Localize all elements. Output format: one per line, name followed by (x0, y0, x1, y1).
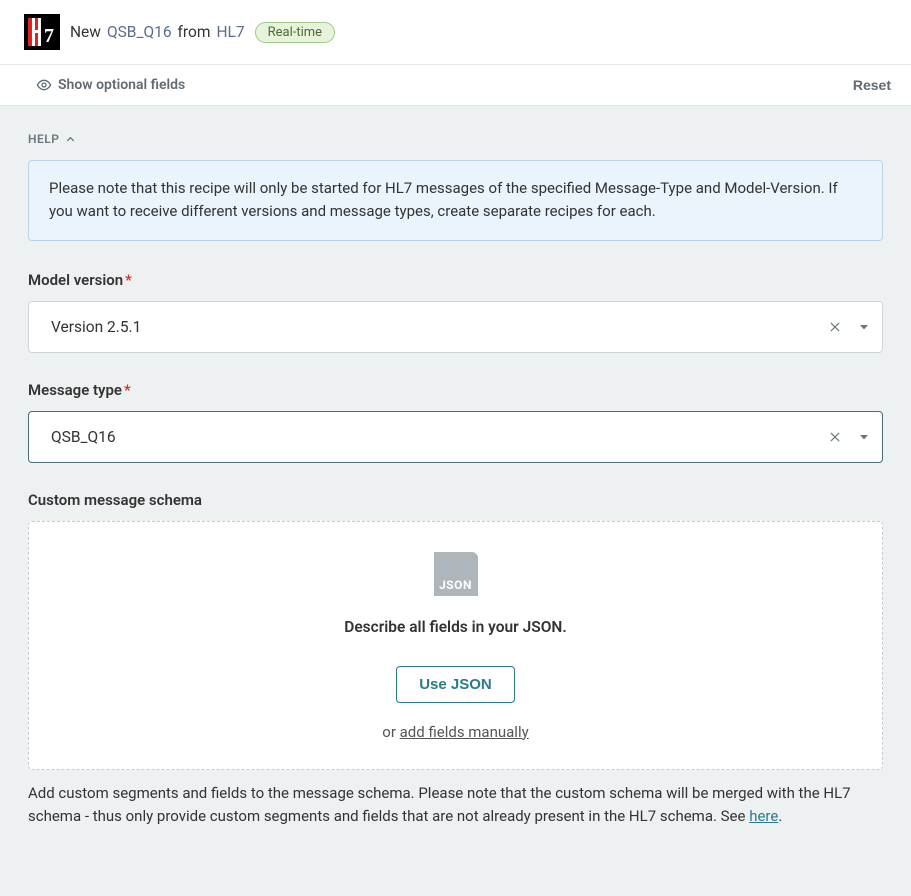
help-text: Please note that this recipe will only b… (49, 179, 838, 220)
recipe-name-link[interactable]: QSB_Q16 (107, 23, 172, 41)
new-label: New (70, 23, 101, 41)
svg-text:7: 7 (44, 25, 54, 47)
note-suffix: . (778, 807, 782, 825)
help-section-toggle[interactable]: HELP (28, 132, 883, 146)
required-indicator: * (125, 271, 132, 289)
toolbar: Show optional fields Reset (0, 65, 911, 106)
model-version-label: Model version* (28, 271, 883, 289)
page-header: 7 New QSB_Q16 from HL7 Real-time (0, 0, 911, 65)
clear-icon[interactable] (828, 320, 842, 334)
app-name-link[interactable]: HL7 (216, 23, 244, 41)
message-type-label-text: Message type (28, 381, 122, 399)
reset-button[interactable]: Reset (853, 77, 891, 93)
custom-schema-note: Add custom segments and fields to the me… (28, 782, 883, 829)
model-version-field: Model version* Version 2.5.1 (28, 271, 883, 353)
show-optional-fields-toggle[interactable]: Show optional fields (36, 77, 185, 93)
use-json-button[interactable]: Use JSON (396, 666, 515, 703)
json-file-icon: JSON (434, 552, 478, 596)
json-badge-text: JSON (439, 578, 472, 592)
chevron-down-icon[interactable] (858, 321, 870, 333)
add-fields-manually-link[interactable]: add fields manually (400, 723, 529, 741)
help-label-text: HELP (28, 132, 59, 146)
select-actions (828, 320, 870, 334)
header-title: New QSB_Q16 from HL7 Real-time (70, 22, 335, 43)
custom-schema-dropzone[interactable]: JSON Describe all fields in your JSON. U… (28, 521, 883, 770)
clear-icon[interactable] (828, 430, 842, 444)
message-type-value: QSB_Q16 (51, 428, 116, 446)
schema-describe-text: Describe all fields in your JSON. (344, 618, 567, 636)
message-type-field: Message type* QSB_Q16 (28, 381, 883, 463)
message-type-label: Message type* (28, 381, 883, 399)
from-label: from (178, 23, 211, 41)
select-actions (828, 430, 870, 444)
schema-help-link[interactable]: here (749, 807, 778, 825)
note-prefix: Add custom segments and fields to the me… (28, 784, 851, 825)
hl7-logo: 7 (24, 14, 60, 50)
chevron-up-icon (65, 134, 76, 145)
required-indicator: * (124, 381, 131, 399)
eye-icon (36, 77, 52, 93)
help-info-box: Please note that this recipe will only b… (28, 160, 883, 241)
content-area: HELP Please note that this recipe will o… (0, 106, 911, 896)
realtime-badge: Real-time (255, 22, 335, 43)
custom-schema-field: Custom message schema JSON Describe all … (28, 491, 883, 829)
chevron-down-icon[interactable] (858, 431, 870, 443)
model-version-select[interactable]: Version 2.5.1 (28, 301, 883, 353)
model-version-value: Version 2.5.1 (51, 318, 141, 336)
show-optional-label: Show optional fields (58, 77, 185, 93)
message-type-select[interactable]: QSB_Q16 (28, 411, 883, 463)
custom-schema-label: Custom message schema (28, 491, 883, 509)
model-version-label-text: Model version (28, 271, 123, 289)
or-text: or (382, 723, 399, 741)
or-line: or add fields manually (382, 723, 528, 741)
